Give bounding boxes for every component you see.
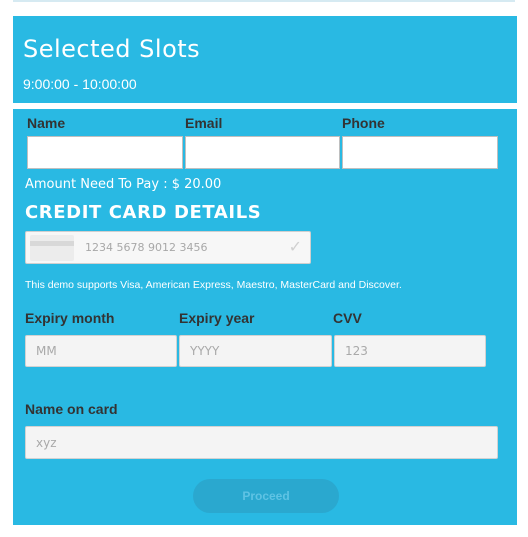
credit-card-title: CREDIT CARD DETAILS <box>25 202 262 223</box>
expiry-year-label: Expiry year <box>179 310 255 326</box>
name-on-card-label: Name on card <box>25 401 118 417</box>
checkmark-icon: ✓ <box>288 239 302 256</box>
amount-due: Amount Need To Pay : $ 20.00 <box>25 177 222 192</box>
name-field[interactable] <box>27 136 183 169</box>
selected-slots-header: Selected Slots 9:00:00 - 10:00:00 <box>13 16 517 103</box>
name-on-card-placeholder: xyz <box>36 435 57 450</box>
proceed-button[interactable]: Proceed <box>193 479 339 513</box>
expiry-year-placeholder: YYYY <box>190 344 220 358</box>
expiry-month-placeholder: MM <box>36 344 57 358</box>
name-label: Name <box>27 115 66 131</box>
credit-card-icon <box>30 235 74 261</box>
cvv-placeholder: 123 <box>345 344 368 358</box>
expiry-month-label: Expiry month <box>25 310 115 326</box>
expiry-year-input[interactable]: YYYY <box>179 335 332 367</box>
email-label: Email <box>185 115 223 131</box>
supported-cards-note: This demo supports Visa, American Expres… <box>25 279 402 291</box>
phone-label: Phone <box>342 115 385 131</box>
booking-form: Name Email Phone Amount Need To Pay : $ … <box>13 109 517 525</box>
phone-field[interactable] <box>342 136 498 169</box>
page-title: Selected Slots <box>23 35 201 63</box>
card-number-placeholder: 1234 5678 9012 3456 <box>85 241 208 254</box>
slot-time-range: 9:00:00 - 10:00:00 <box>23 76 137 92</box>
card-number-input[interactable]: 1234 5678 9012 3456 ✓ <box>25 231 311 264</box>
cvv-input[interactable]: 123 <box>334 335 486 367</box>
name-on-card-input[interactable]: xyz <box>25 426 498 459</box>
cvv-label: CVV <box>333 310 362 326</box>
email-field[interactable] <box>185 136 340 169</box>
top-divider <box>13 0 515 2</box>
expiry-month-input[interactable]: MM <box>25 335 177 367</box>
